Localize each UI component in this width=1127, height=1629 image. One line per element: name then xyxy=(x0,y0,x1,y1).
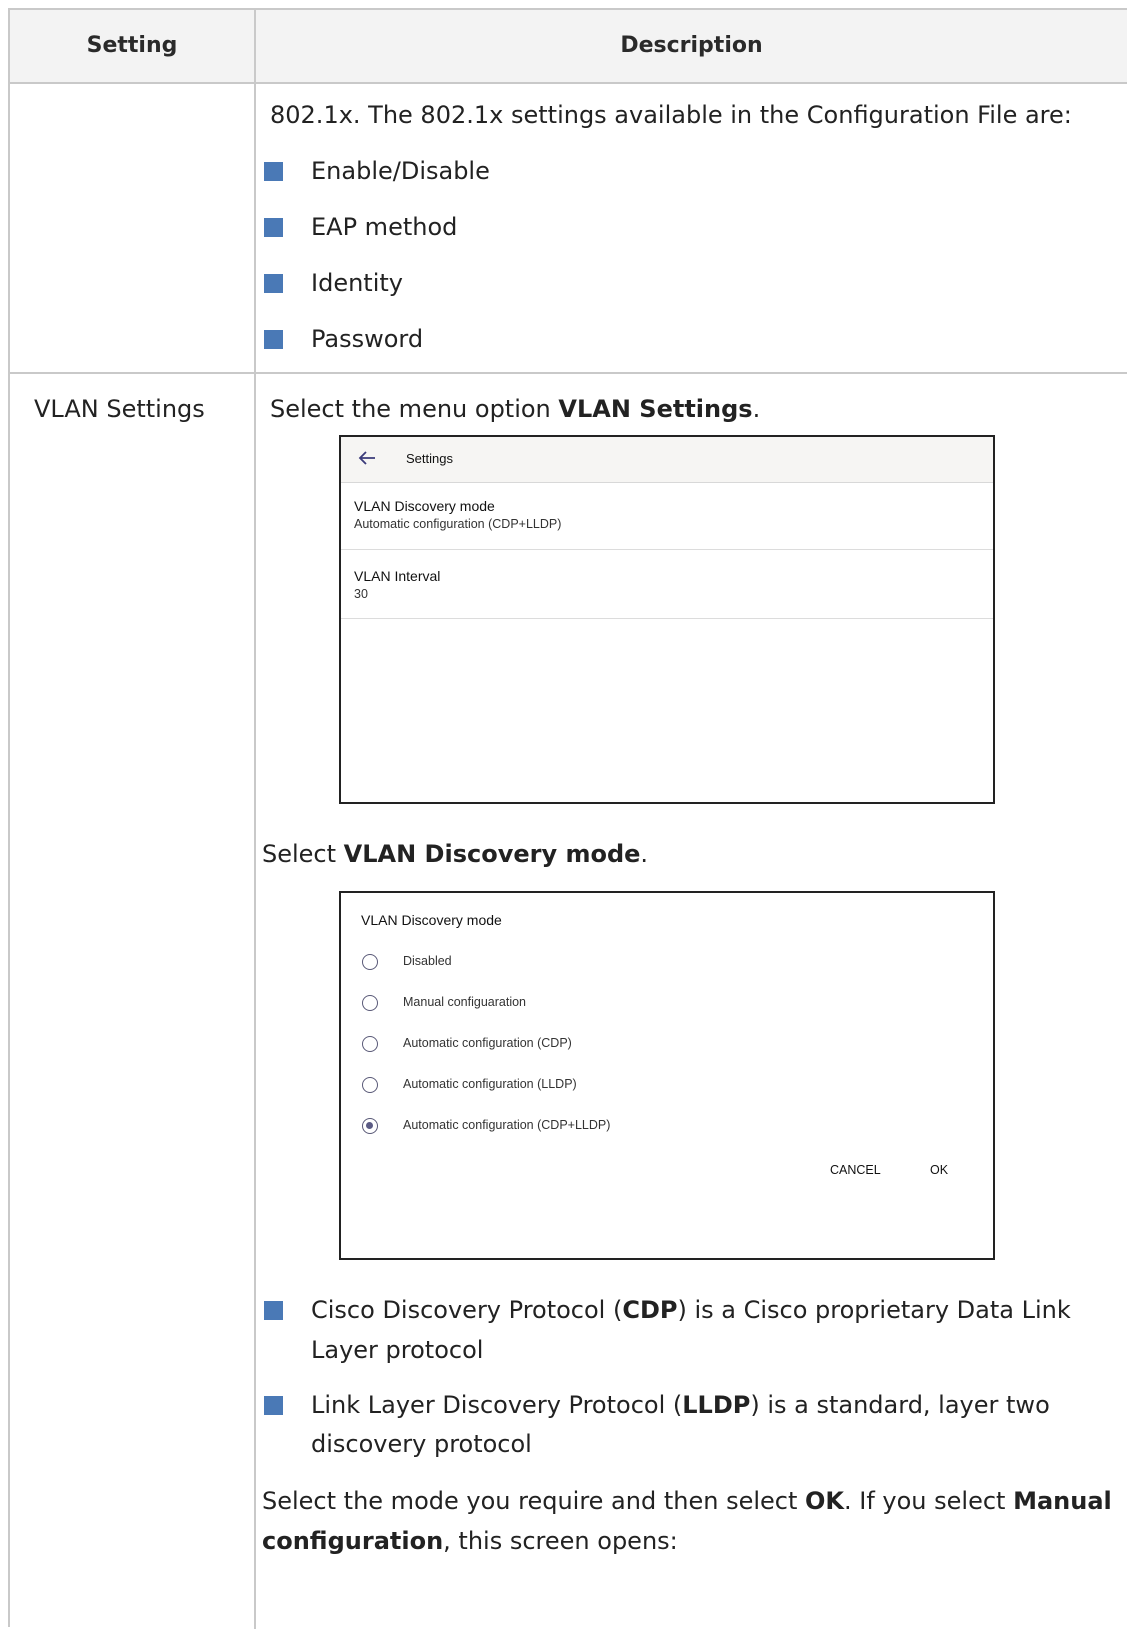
bullet-square-icon xyxy=(264,274,283,293)
list-item: Identity xyxy=(311,269,403,297)
bullet-square-icon xyxy=(264,218,283,237)
cancel-button[interactable]: CANCEL xyxy=(830,1163,881,1177)
header-setting: Setting xyxy=(86,33,178,58)
list-item-cdp-line2: Layer protocol xyxy=(311,1336,484,1364)
radio-label: Manual configuaration xyxy=(403,995,526,1009)
row1-intro: 802.1x. The 802.1x settings available in… xyxy=(270,101,1072,129)
divider xyxy=(341,549,993,550)
radio-unchecked-icon xyxy=(362,995,378,1011)
bullet-square-icon xyxy=(264,330,283,349)
step-select-mode: Select the mode you require and then sel… xyxy=(262,1487,1112,1515)
settings-item-value: Automatic configuration (CDP+LLDP) xyxy=(354,517,562,531)
radio-unchecked-icon xyxy=(362,1036,378,1052)
dialog-title: VLAN Discovery mode xyxy=(361,912,502,928)
list-item-lldp-line2: discovery protocol xyxy=(311,1430,532,1458)
step-select-vlan-settings: Select the menu option VLAN Settings. xyxy=(270,395,761,423)
column-divider xyxy=(254,10,256,1629)
divider xyxy=(341,618,993,619)
discovery-mode-dialog: VLAN Discovery mode Disabled Manual conf… xyxy=(339,891,995,1260)
bullet-square-icon xyxy=(264,1396,283,1415)
ok-button[interactable]: OK xyxy=(930,1163,948,1177)
list-item-cdp: Cisco Discovery Protocol (CDP) is a Cisc… xyxy=(311,1296,1071,1324)
step-select-mode-line2: configuration, this screen opens: xyxy=(262,1527,678,1555)
bullet-square-icon xyxy=(264,162,283,181)
settings-screenshot: Settings VLAN Discovery mode Automatic c… xyxy=(339,435,995,804)
radio-label: Disabled xyxy=(403,954,452,968)
settings-topbar: Settings xyxy=(341,437,993,483)
bullet-square-icon xyxy=(264,1301,283,1320)
row-divider xyxy=(10,372,1127,374)
list-item: EAP method xyxy=(311,213,458,241)
header-description: Description xyxy=(620,33,763,58)
settings-item-label: VLAN Discovery mode xyxy=(354,498,495,514)
radio-unchecked-icon xyxy=(362,1077,378,1093)
list-item: Password xyxy=(311,325,424,353)
list-item-lldp: Link Layer Discovery Protocol (LLDP) is … xyxy=(311,1391,1050,1419)
setting-name-vlan: VLAN Settings xyxy=(34,395,205,423)
radio-label: Automatic configuration (CDP) xyxy=(403,1036,572,1050)
settings-table: Setting Description 802.1x. The 802.1x s… xyxy=(8,8,1127,1629)
radio-unchecked-icon xyxy=(362,954,378,970)
settings-item-label: VLAN Interval xyxy=(354,568,441,584)
settings-title: Settings xyxy=(406,451,453,466)
radio-label: Automatic configuration (CDP+LLDP) xyxy=(403,1118,611,1132)
settings-item-value: 30 xyxy=(354,587,368,601)
radio-checked-icon xyxy=(362,1118,378,1134)
arrow-left-icon[interactable] xyxy=(357,449,377,467)
step-select-discovery-mode: Select VLAN Discovery mode. xyxy=(262,840,649,868)
list-item: Enable/Disable xyxy=(311,157,490,185)
radio-label: Automatic configuration (LLDP) xyxy=(403,1077,577,1091)
table-header: Setting Description xyxy=(10,10,1127,84)
